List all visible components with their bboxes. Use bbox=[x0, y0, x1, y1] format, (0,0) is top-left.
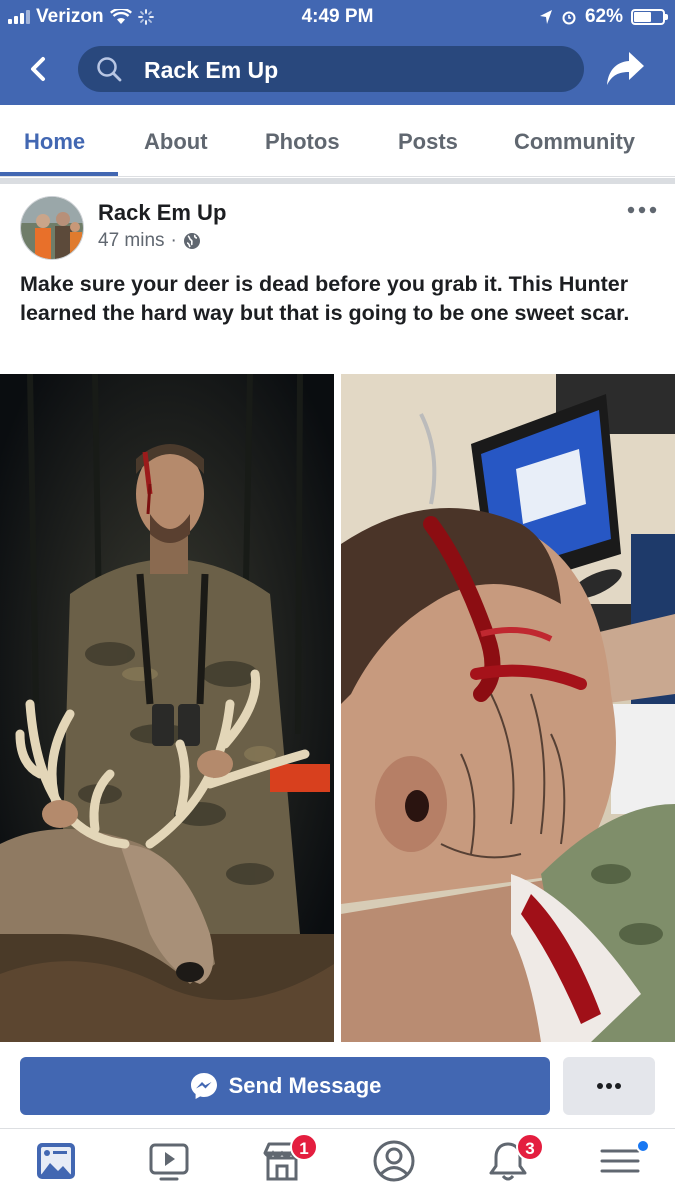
tab-about[interactable]: About bbox=[144, 129, 208, 155]
search-icon bbox=[97, 57, 122, 82]
top-bar: Verizon 4:49 PM 62% Rack Em Up bbox=[0, 0, 675, 105]
active-tab-indicator bbox=[0, 172, 118, 176]
watch-icon bbox=[149, 1143, 189, 1181]
back-chevron-icon[interactable] bbox=[22, 52, 56, 86]
send-message-label: Send Message bbox=[228, 1073, 382, 1098]
messenger-icon bbox=[190, 1073, 217, 1099]
post-meta: 47 mins · bbox=[98, 230, 201, 252]
more-dots-icon bbox=[597, 1083, 621, 1089]
post-header: Rack Em Up 47 mins · bbox=[0, 184, 675, 264]
news-feed-icon bbox=[37, 1143, 75, 1179]
profile-icon bbox=[373, 1140, 415, 1182]
send-message-button[interactable]: Send Message bbox=[20, 1057, 550, 1115]
battery-percent: 62% bbox=[584, 6, 623, 27]
notifications-badge: 3 bbox=[516, 1133, 544, 1161]
alarm-icon bbox=[562, 11, 576, 25]
battery-icon bbox=[631, 9, 668, 25]
nav-profile[interactable] bbox=[372, 1139, 422, 1189]
tab-photos[interactable]: Photos bbox=[265, 129, 340, 155]
action-bar: Send Message bbox=[0, 1042, 675, 1128]
globe-icon bbox=[183, 233, 200, 249]
tab-community[interactable]: Community bbox=[514, 129, 635, 155]
search-text: Rack Em Up bbox=[144, 57, 279, 83]
bottom-nav: 1 3 bbox=[0, 1128, 675, 1200]
marketplace-badge: 1 bbox=[290, 1133, 318, 1161]
more-options-button[interactable] bbox=[563, 1057, 655, 1115]
hunter-with-deer-photo[interactable] bbox=[0, 374, 334, 1042]
meta-separator: · bbox=[170, 230, 177, 251]
status-bar: Verizon 4:49 PM 62% bbox=[0, 0, 675, 34]
search-bar[interactable]: Rack Em Up bbox=[78, 46, 584, 92]
head-wound-photo[interactable] bbox=[341, 374, 675, 1042]
page-tabs: Home About Photos Posts Community bbox=[0, 105, 675, 177]
nav-notifications[interactable]: 3 bbox=[486, 1133, 544, 1189]
nav-menu[interactable] bbox=[598, 1139, 650, 1189]
location-arrow-icon bbox=[539, 10, 552, 24]
nav-news-feed[interactable] bbox=[34, 1139, 84, 1189]
menu-dot-badge bbox=[636, 1139, 650, 1153]
post-author[interactable]: Rack Em Up bbox=[98, 200, 226, 226]
share-icon[interactable] bbox=[605, 50, 645, 88]
nav-marketplace[interactable]: 1 bbox=[260, 1133, 318, 1189]
tab-posts[interactable]: Posts bbox=[398, 129, 458, 155]
nav-watch[interactable] bbox=[147, 1139, 197, 1189]
post-text: Make sure your deer is dead before you g… bbox=[20, 272, 630, 325]
page-avatar[interactable] bbox=[20, 196, 84, 260]
post-time[interactable]: 47 mins bbox=[98, 230, 165, 252]
tab-home[interactable]: Home bbox=[24, 129, 85, 155]
post-options-icon[interactable] bbox=[627, 206, 657, 214]
